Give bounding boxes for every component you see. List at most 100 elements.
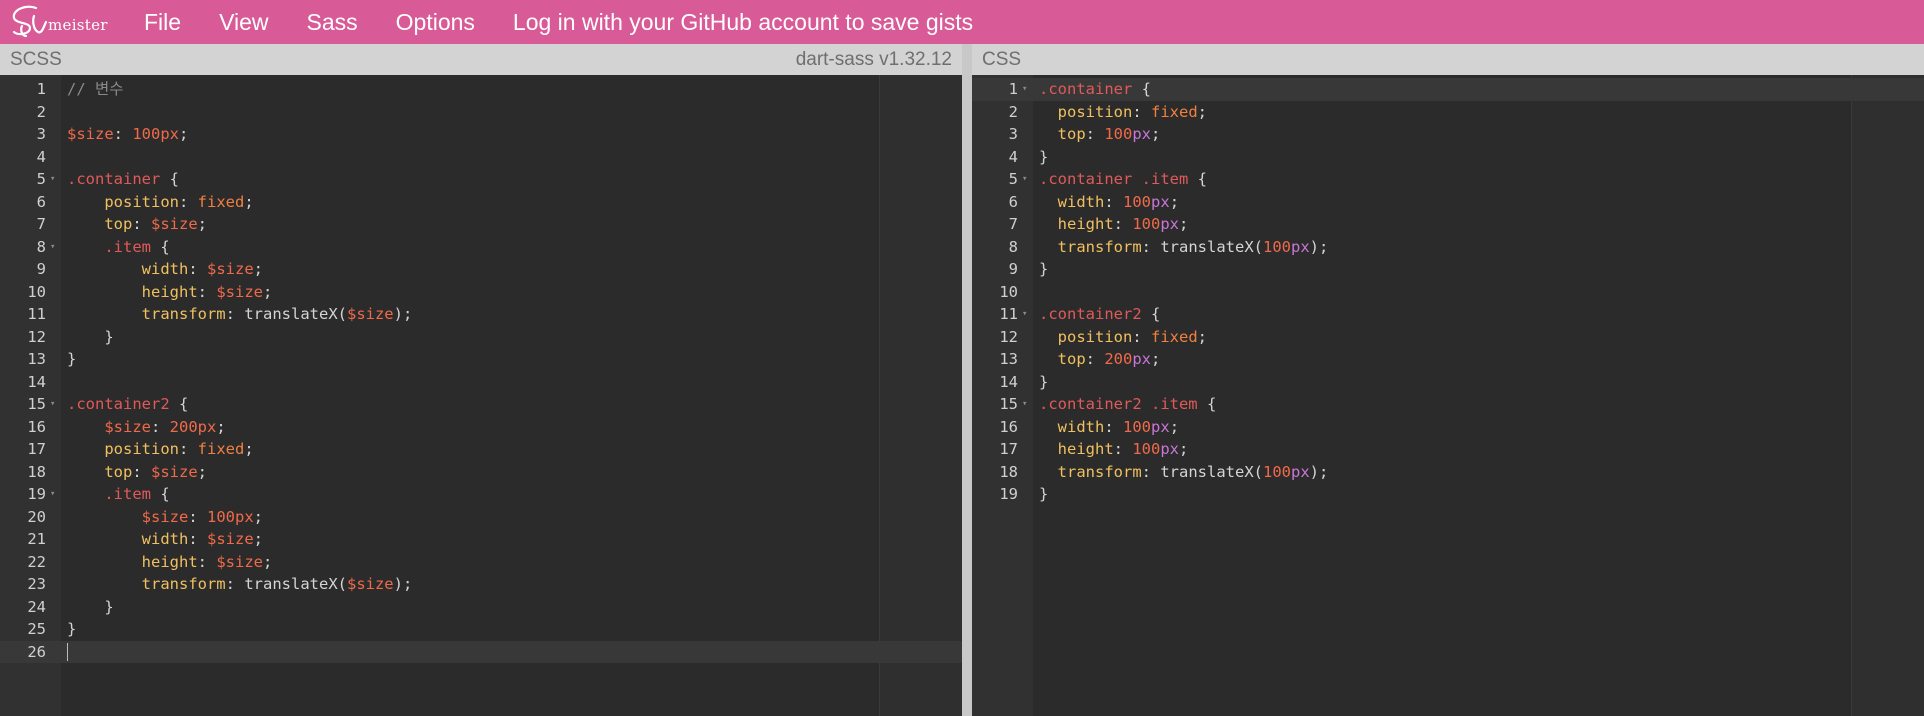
- css-code-line[interactable]: 9}: [972, 258, 1924, 281]
- main-menu: File View Sass Options Log in with your …: [144, 0, 1011, 44]
- css-code-line[interactable]: 7 height: 100px;: [972, 213, 1924, 236]
- css-code-line[interactable]: 10: [972, 281, 1924, 304]
- fold-arrow-icon[interactable]: ▾: [1022, 393, 1027, 416]
- css-code-line[interactable]: 16 width: 100px;: [972, 416, 1924, 439]
- code-token: {: [1132, 80, 1151, 98]
- scss-code-line[interactable]: 12 }: [0, 326, 962, 349]
- fold-arrow-icon[interactable]: ▾: [50, 483, 55, 506]
- code-token: }: [67, 350, 77, 368]
- code-token: .container: [67, 170, 161, 188]
- scss-line-code: }: [67, 348, 76, 371]
- css-line-number: 13: [999, 350, 1018, 368]
- css-code-line[interactable]: 3 top: 100px;: [972, 123, 1924, 146]
- scss-code-line[interactable]: 15 ▾ .container2 {: [0, 393, 962, 416]
- css-code-lines[interactable]: 1 ▾ .container {2 position: fixed; 3 top: 1…: [972, 78, 1924, 506]
- fold-arrow-icon[interactable]: ▾: [1022, 168, 1027, 191]
- scss-code-line[interactable]: 20 $size: 100px;: [0, 506, 962, 529]
- scss-code-line[interactable]: 23 transform: translateX($size);: [0, 573, 962, 596]
- code-token: ;: [263, 552, 273, 571]
- css-code-line[interactable]: 18 transform: translateX(100px);: [972, 461, 1924, 484]
- scss-pane: SCSS dart-sass v1.32.12 1// 변수 2 3 $size: 1…: [0, 44, 962, 716]
- menu-view[interactable]: View: [219, 9, 268, 36]
- css-code-line[interactable]: 17 height: 100px;: [972, 438, 1924, 461]
- scss-code-line[interactable]: 5 ▾ .container {: [0, 168, 962, 191]
- code-token: ;: [253, 507, 264, 526]
- fold-arrow-icon[interactable]: ▾: [50, 168, 55, 191]
- scss-code-line[interactable]: 13}: [0, 348, 962, 371]
- code-token: :: [1113, 215, 1133, 233]
- scss-editor[interactable]: 1// 변수 2 3 $size: 100px; 4 5 ▾ .container {6 po…: [0, 75, 962, 716]
- css-code-line[interactable]: 4}: [972, 146, 1924, 169]
- menu-file[interactable]: File: [144, 9, 181, 36]
- scss-code-line[interactable]: 10 height: $size;: [0, 281, 962, 304]
- code-token: }: [67, 327, 114, 346]
- menu-options[interactable]: Options: [396, 9, 475, 36]
- scss-line-number: 14: [27, 372, 46, 391]
- scss-line-number: 19: [27, 485, 46, 503]
- code-token: translateX(: [244, 305, 347, 323]
- scss-code-lines[interactable]: 1// 변수 2 3 $size: 100px; 4 5 ▾ .container {6 po…: [0, 78, 962, 663]
- fold-arrow-icon[interactable]: ▾: [50, 393, 55, 416]
- css-code-line[interactable]: 6 width: 100px;: [972, 191, 1924, 214]
- scss-code-line[interactable]: 1 // 변수: [0, 78, 962, 101]
- scss-code-line[interactable]: 16 $size: 200px;: [0, 416, 962, 439]
- css-code-line[interactable]: 11 ▾ .container2 {: [972, 303, 1924, 326]
- github-login-link[interactable]: Log in with your GitHub account to save …: [513, 9, 973, 36]
- css-code-line[interactable]: 8 transform: translateX(100px);: [972, 236, 1924, 259]
- css-line-code: top: 200px;: [1039, 348, 1161, 371]
- css-code-line[interactable]: 5 ▾ .container .item {: [972, 168, 1924, 191]
- menu-sass[interactable]: Sass: [307, 9, 358, 36]
- code-token: px: [1160, 215, 1180, 233]
- css-code-line[interactable]: 1 ▾ .container {: [972, 78, 1924, 101]
- scss-code-line[interactable]: 21 width: $size;: [0, 528, 962, 551]
- code-token: ;: [244, 440, 254, 458]
- css-editor[interactable]: 1 ▾ .container {2 position: fixed; 3 top: 1…: [972, 75, 1924, 716]
- css-code-line[interactable]: 14}: [972, 371, 1924, 394]
- scss-code-line[interactable]: 14: [0, 371, 962, 394]
- css-code-line[interactable]: 19}: [972, 483, 1924, 506]
- scss-code-line[interactable]: 26: [0, 640, 962, 663]
- css-code-line[interactable]: 13 top: 200px;: [972, 348, 1924, 371]
- scss-code-line[interactable]: 25}: [0, 618, 962, 641]
- scss-code-line[interactable]: 3 $size: 100px;: [0, 123, 962, 146]
- pane-splitter[interactable]: [962, 44, 972, 716]
- code-token: $size: [216, 552, 263, 571]
- scss-code-line[interactable]: 24 }: [0, 596, 962, 619]
- code-token: .item: [104, 485, 151, 503]
- code-token: $size: [151, 215, 198, 233]
- code-token: translateX(: [1160, 462, 1263, 481]
- scss-code-line[interactable]: 11 transform: translateX($size);: [0, 303, 962, 326]
- fold-arrow-icon[interactable]: ▾: [1022, 78, 1027, 101]
- code-token: );: [1309, 462, 1329, 481]
- css-code-line[interactable]: 15 ▾ .container2 .item {: [972, 393, 1924, 416]
- compiler-version-selector[interactable]: dart-sass v1.32.12: [796, 49, 952, 71]
- scss-line-code: top: $size;: [67, 461, 207, 484]
- css-line-code: height: 100px;: [1039, 213, 1189, 236]
- css-code-line[interactable]: 12 position: fixed;: [972, 326, 1924, 349]
- fold-arrow-icon[interactable]: ▾: [50, 236, 55, 259]
- scss-line-number: 3: [36, 125, 46, 143]
- scss-code-line[interactable]: 7 top: $size;: [0, 213, 962, 236]
- css-line-number: 4: [1008, 147, 1018, 166]
- scss-code-line[interactable]: 22 height: $size;: [0, 551, 962, 574]
- css-code-line[interactable]: 2 position: fixed;: [972, 101, 1924, 124]
- css-line-code: top: 100px;: [1039, 123, 1161, 146]
- scss-code-line[interactable]: 2: [0, 101, 962, 124]
- scss-code-line[interactable]: 19 ▾ .item {: [0, 483, 962, 506]
- code-token: px: [1151, 192, 1170, 211]
- scss-code-line[interactable]: 17 position: fixed;: [0, 438, 962, 461]
- scss-line-code: width: $size;: [67, 528, 263, 551]
- sassmeister-logo[interactable]: meister: [8, 2, 108, 42]
- code-token: fixed: [1151, 102, 1198, 121]
- scss-line-number: 7: [36, 215, 46, 233]
- scss-code-line[interactable]: 9 width: $size;: [0, 258, 962, 281]
- scss-code-line[interactable]: 4: [0, 146, 962, 169]
- scss-code-line[interactable]: 18 top: $size;: [0, 461, 962, 484]
- scss-code-line[interactable]: 8 ▾ .item {: [0, 236, 962, 259]
- fold-arrow-icon[interactable]: ▾: [1022, 303, 1027, 326]
- scss-code-line[interactable]: 6 position: fixed;: [0, 191, 962, 214]
